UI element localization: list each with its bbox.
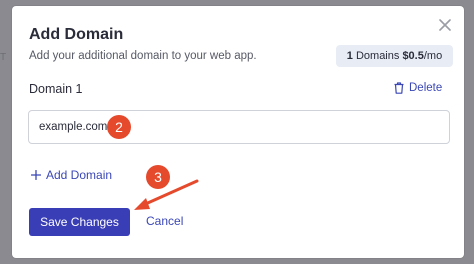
add-domain-button[interactable]: Add Domain xyxy=(31,168,112,182)
price-period: /mo xyxy=(423,50,443,62)
add-domain-modal: Add Domain Add your additional domain to… xyxy=(12,6,464,258)
domain-input-value: example.com xyxy=(39,121,108,133)
cancel-button[interactable]: Cancel xyxy=(146,214,183,228)
domain-input[interactable]: example.com xyxy=(28,110,450,144)
trash-icon xyxy=(394,82,404,94)
close-icon xyxy=(439,19,451,31)
domains-word: Domains xyxy=(355,50,400,62)
save-changes-button[interactable]: Save Changes xyxy=(29,208,130,236)
modal-subtitle: Add your additional domain to your web a… xyxy=(29,50,257,62)
modal-title: Add Domain xyxy=(29,26,124,43)
domain-label: Domain 1 xyxy=(29,82,83,96)
plus-icon xyxy=(31,170,41,180)
step-marker-2: 2 xyxy=(107,115,131,139)
add-domain-label: Add Domain xyxy=(46,168,113,182)
step-marker-3: 3 xyxy=(146,165,170,189)
price-value: $0.5 xyxy=(402,50,424,62)
delete-domain-button[interactable]: Delete xyxy=(394,82,442,94)
domain-count: 1 xyxy=(346,50,353,62)
pricing-badge: 1 Domains $0.5/mo xyxy=(336,45,453,67)
close-button[interactable] xyxy=(436,16,454,34)
delete-label: Delete xyxy=(409,82,443,94)
